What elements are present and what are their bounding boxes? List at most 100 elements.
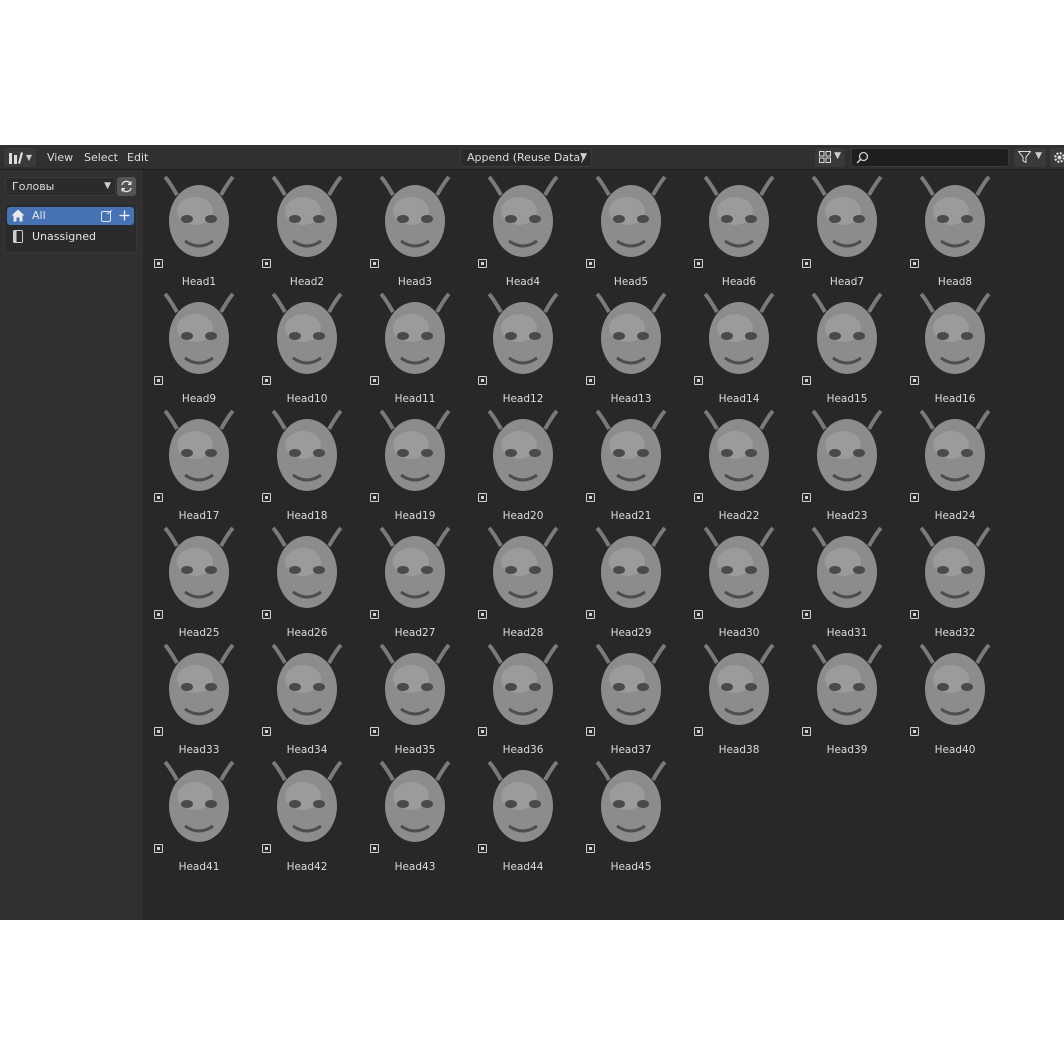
asset-item[interactable]: Head26 [253,524,361,641]
asset-item[interactable]: Head30 [685,524,793,641]
asset-item[interactable]: Head32 [901,524,1009,641]
asset-item[interactable]: Head37 [577,641,685,758]
asset-item[interactable]: Head17 [145,407,253,524]
asset-select-checkbox[interactable] [154,844,163,853]
asset-select-checkbox[interactable] [370,610,379,619]
asset-select-checkbox[interactable] [802,727,811,736]
asset-item[interactable]: Head28 [469,524,577,641]
filter-button[interactable]: ▼ [1014,148,1046,167]
asset-select-checkbox[interactable] [478,727,487,736]
asset-select-checkbox[interactable] [802,610,811,619]
asset-item[interactable]: Head6 [685,173,793,290]
asset-select-checkbox[interactable] [478,610,487,619]
search-input[interactable] [872,149,1002,165]
asset-select-checkbox[interactable] [478,493,487,502]
asset-select-checkbox[interactable] [370,259,379,268]
settings-gear-button[interactable] [1050,148,1064,167]
asset-select-checkbox[interactable] [370,844,379,853]
asset-select-checkbox[interactable] [262,259,271,268]
asset-select-checkbox[interactable] [694,727,703,736]
asset-item[interactable]: Head22 [685,407,793,524]
asset-select-checkbox[interactable] [154,376,163,385]
asset-item[interactable]: Head9 [145,290,253,407]
asset-item[interactable]: Head25 [145,524,253,641]
asset-item[interactable]: Head23 [793,407,901,524]
asset-select-checkbox[interactable] [910,259,919,268]
catalog-item-unassigned[interactable]: Unassigned [7,228,134,246]
asset-select-checkbox[interactable] [910,610,919,619]
asset-select-checkbox[interactable] [694,610,703,619]
asset-item[interactable]: Head18 [253,407,361,524]
display-mode-button[interactable]: ▼ [815,148,845,167]
asset-select-checkbox[interactable] [370,493,379,502]
asset-item[interactable]: Head36 [469,641,577,758]
asset-item[interactable]: Head2 [253,173,361,290]
asset-select-checkbox[interactable] [910,376,919,385]
asset-item[interactable]: Head8 [901,173,1009,290]
asset-select-checkbox[interactable] [154,610,163,619]
asset-select-checkbox[interactable] [262,727,271,736]
asset-item[interactable]: Head29 [577,524,685,641]
asset-select-checkbox[interactable] [370,376,379,385]
asset-item[interactable]: Head12 [469,290,577,407]
asset-select-checkbox[interactable] [586,493,595,502]
asset-select-checkbox[interactable] [154,493,163,502]
refresh-library-button[interactable] [117,177,136,196]
asset-select-checkbox[interactable] [586,610,595,619]
asset-select-checkbox[interactable] [478,259,487,268]
asset-item[interactable]: Head31 [793,524,901,641]
asset-item[interactable]: Head27 [361,524,469,641]
editor-type-button[interactable]: ▼ [4,148,36,167]
asset-select-checkbox[interactable] [910,727,919,736]
asset-select-checkbox[interactable] [694,259,703,268]
asset-item[interactable]: Head34 [253,641,361,758]
asset-select-checkbox[interactable] [586,259,595,268]
asset-select-checkbox[interactable] [586,376,595,385]
asset-item[interactable]: Head42 [253,758,361,875]
asset-select-checkbox[interactable] [154,259,163,268]
asset-select-checkbox[interactable] [478,844,487,853]
asset-select-checkbox[interactable] [154,727,163,736]
import-method-dropdown[interactable]: Append (Reuse Data) ▼ [460,148,592,167]
asset-select-checkbox[interactable] [262,493,271,502]
asset-item[interactable]: Head1 [145,173,253,290]
asset-item[interactable]: Head40 [901,641,1009,758]
menu-view[interactable]: View [47,145,73,170]
asset-item[interactable]: Head43 [361,758,469,875]
asset-select-checkbox[interactable] [586,727,595,736]
asset-select-checkbox[interactable] [802,376,811,385]
asset-item[interactable]: Head3 [361,173,469,290]
asset-item[interactable]: Head35 [361,641,469,758]
add-icon[interactable] [119,210,130,221]
asset-item[interactable]: Head11 [361,290,469,407]
asset-select-checkbox[interactable] [910,493,919,502]
asset-select-checkbox[interactable] [802,259,811,268]
asset-item[interactable]: Head13 [577,290,685,407]
asset-item[interactable]: Head5 [577,173,685,290]
asset-library-dropdown[interactable]: Головы ▼ [5,177,116,196]
search-field-wrap[interactable] [851,148,1009,167]
asset-item[interactable]: Head14 [685,290,793,407]
asset-select-checkbox[interactable] [694,376,703,385]
asset-item[interactable]: Head45 [577,758,685,875]
menu-select[interactable]: Select [84,145,118,170]
asset-select-checkbox[interactable] [370,727,379,736]
asset-select-checkbox[interactable] [586,844,595,853]
asset-item[interactable]: Head41 [145,758,253,875]
new-catalog-icon[interactable] [101,210,113,222]
asset-select-checkbox[interactable] [262,610,271,619]
asset-select-checkbox[interactable] [478,376,487,385]
asset-select-checkbox[interactable] [802,493,811,502]
asset-item[interactable]: Head20 [469,407,577,524]
asset-item[interactable]: Head33 [145,641,253,758]
asset-item[interactable]: Head15 [793,290,901,407]
menu-edit[interactable]: Edit [127,145,148,170]
asset-item[interactable]: Head16 [901,290,1009,407]
asset-select-checkbox[interactable] [262,376,271,385]
asset-item[interactable]: Head10 [253,290,361,407]
asset-item[interactable]: Head44 [469,758,577,875]
asset-select-checkbox[interactable] [262,844,271,853]
asset-item[interactable]: Head7 [793,173,901,290]
catalog-item-all[interactable]: All [7,207,134,225]
asset-item[interactable]: Head39 [793,641,901,758]
